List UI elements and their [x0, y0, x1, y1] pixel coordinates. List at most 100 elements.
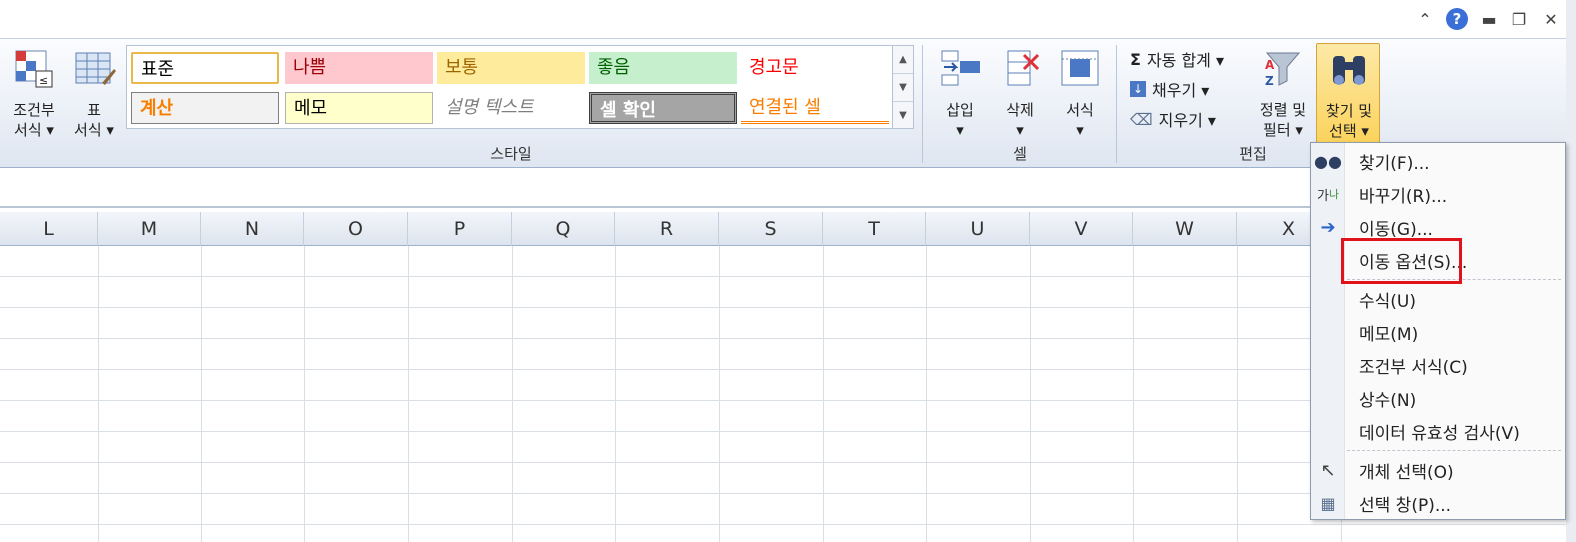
menu-item-selection-pane[interactable]: ▦ 선택 창(P)... — [1311, 488, 1567, 518]
menu-item-conditional-format[interactable]: 조건부 서식(C) — [1311, 350, 1567, 380]
menu-item-label: 개체 선택(O) — [1359, 462, 1454, 483]
menu-item-comments[interactable]: 메모(M) — [1311, 317, 1567, 347]
binoculars-icon: ●● — [1314, 151, 1342, 171]
format-cells-button[interactable]: 서식 ▾ — [1052, 47, 1108, 140]
menu-item-find[interactable]: ●● 찾기(F)... — [1311, 146, 1567, 176]
find-label2: 선택 ▾ — [1329, 122, 1369, 140]
menu-item-label: 상수(N) — [1359, 390, 1417, 411]
column-header[interactable]: L — [0, 212, 98, 246]
format-dropdown-icon: ▾ — [1076, 121, 1084, 139]
table-format-label1: 표 — [87, 101, 101, 119]
close-icon[interactable]: ✕ — [1538, 6, 1564, 32]
column-header[interactable]: Q — [512, 212, 615, 246]
sort-filter-icon: A Z — [1265, 52, 1301, 88]
column-header[interactable]: S — [719, 212, 823, 246]
column-header[interactable]: U — [926, 212, 1030, 246]
format-cells-icon — [1061, 50, 1099, 86]
menu-item-label: 바꾸기(R)... — [1359, 186, 1448, 207]
clear-label: 지우기 ▾ — [1158, 111, 1216, 130]
insert-cells-icon — [941, 50, 980, 86]
column-header[interactable]: O — [304, 212, 408, 246]
table-format-icon — [75, 52, 116, 85]
vertical-scrollbar[interactable] — [1566, 0, 1576, 542]
column-header[interactable]: W — [1133, 212, 1237, 246]
group-separator — [1116, 45, 1117, 163]
style-good[interactable]: 좋음 — [589, 52, 737, 84]
svg-text:A: A — [1265, 58, 1275, 72]
style-explanatory[interactable]: 설명 텍스트 — [437, 92, 585, 124]
highlight-annotation — [1341, 238, 1462, 284]
gallery-down-icon[interactable]: ▼ — [893, 74, 913, 102]
column-header[interactable]: T — [823, 212, 926, 246]
column-header[interactable]: R — [615, 212, 719, 246]
menu-item-label: 찾기(F)... — [1359, 153, 1430, 174]
pointer-icon: ↖ — [1320, 459, 1336, 481]
fill-down-icon: ↓ — [1130, 81, 1146, 97]
style-normal[interactable]: 표준 — [131, 52, 279, 84]
sort-label2: 필터 ▾ — [1263, 121, 1303, 139]
svg-text:≤: ≤ — [39, 74, 48, 87]
menu-item-label: 선택 창(P)... — [1359, 495, 1452, 516]
insert-button[interactable]: 삽입 ▾ — [932, 47, 988, 140]
delete-cells-icon — [1007, 50, 1040, 86]
clear-button[interactable]: ⌫ 지우기 ▾ — [1130, 107, 1216, 131]
fill-label: 채우기 ▾ — [1152, 81, 1210, 100]
autosum-button[interactable]: Σ 자동 합계 ▾ — [1130, 47, 1224, 71]
menu-item-label: 메모(M) — [1359, 324, 1419, 345]
binoculars-icon — [1333, 56, 1365, 85]
style-warning[interactable]: 경고문 — [741, 52, 889, 84]
fill-button[interactable]: ↓ 채우기 ▾ — [1130, 77, 1209, 101]
arrow-right-icon: ➔ — [1320, 216, 1336, 238]
find-select-content: 찾기 및 선택 ▾ — [1317, 48, 1381, 141]
insert-dropdown-icon: ▾ — [956, 121, 964, 139]
gallery-more-icon[interactable]: ▼ — [893, 102, 913, 130]
minimize-icon[interactable]: ▬ — [1476, 6, 1502, 32]
insert-label: 삽입 — [946, 101, 974, 119]
table-format-label2: 서식 ▾ — [74, 121, 114, 139]
help-icon: ? — [1446, 8, 1468, 30]
find-select-menu: ●● 찾기(F)... 가나 바꾸기(R)... ➔ 이동(G)... 이동 옵… — [1310, 142, 1566, 520]
menu-item-formulas[interactable]: 수식(U) — [1311, 284, 1567, 314]
column-header[interactable]: M — [98, 212, 201, 246]
restore-icon[interactable]: ❐ — [1506, 6, 1532, 32]
style-neutral[interactable]: 보통 — [437, 52, 585, 84]
conditional-format-label1: 조건부 — [13, 101, 55, 119]
svg-text:Z: Z — [1265, 74, 1274, 88]
style-linked-cell[interactable]: 연결된 셀 — [741, 92, 889, 124]
cell-styles-gallery: 표준 나쁨 보통 좋음 경고문 계산 메모 설명 텍스트 셀 확인 연결된 셀 — [126, 45, 896, 129]
menu-item-select-objects[interactable]: ↖ 개체 선택(O) — [1311, 455, 1567, 485]
column-header[interactable]: N — [201, 212, 304, 246]
column-header[interactable]: P — [408, 212, 512, 246]
menu-item-label: 수식(U) — [1359, 291, 1416, 312]
style-check-cell[interactable]: 셀 확인 — [589, 92, 737, 124]
format-as-table-button[interactable]: 표 서식 ▾ — [66, 47, 122, 140]
delete-label: 삭제 — [1006, 101, 1034, 119]
delete-button[interactable]: 삭제 ▾ — [992, 47, 1048, 140]
style-note[interactable]: 메모 — [285, 92, 433, 124]
style-calculation[interactable]: 계산 — [131, 92, 279, 124]
gallery-up-icon[interactable]: ▲ — [893, 46, 913, 74]
conditional-format-label2: 서식 ▾ — [14, 121, 54, 139]
style-bad[interactable]: 나쁨 — [285, 52, 433, 84]
find-select-button[interactable]: 찾기 및 선택 ▾ — [1316, 43, 1380, 143]
gallery-scroll[interactable]: ▲ ▼ ▼ — [892, 45, 914, 129]
menu-item-label: 이동(G)... — [1359, 219, 1433, 240]
eraser-icon: ⌫ — [1130, 109, 1153, 129]
conditional-format-button[interactable]: ≤ 조건부 서식 ▾ — [4, 47, 64, 140]
menu-item-replace[interactable]: 가나 바꾸기(R)... — [1311, 179, 1567, 209]
column-header[interactable]: V — [1030, 212, 1133, 246]
conditional-format-icon: ≤ — [15, 50, 53, 88]
sort-label1: 정렬 및 — [1259, 101, 1307, 119]
ribbon-collapse-icon[interactable]: ⌃ — [1412, 6, 1438, 32]
menu-item-constants[interactable]: 상수(N) — [1311, 383, 1567, 413]
replace-icon: 가나 — [1317, 188, 1339, 204]
find-label1: 찾기 및 — [1325, 102, 1373, 120]
delete-dropdown-icon: ▾ — [1016, 121, 1024, 139]
group-separator — [922, 45, 923, 163]
sigma-icon: Σ — [1130, 49, 1141, 69]
menu-item-data-validation[interactable]: 데이터 유효성 검사(V) — [1311, 416, 1567, 446]
help-button[interactable]: ? — [1444, 6, 1470, 32]
styles-group-label: 스타일 — [490, 145, 532, 163]
menu-separator — [1347, 450, 1561, 451]
sort-filter-button[interactable]: A Z 정렬 및 필터 ▾ — [1252, 47, 1314, 140]
